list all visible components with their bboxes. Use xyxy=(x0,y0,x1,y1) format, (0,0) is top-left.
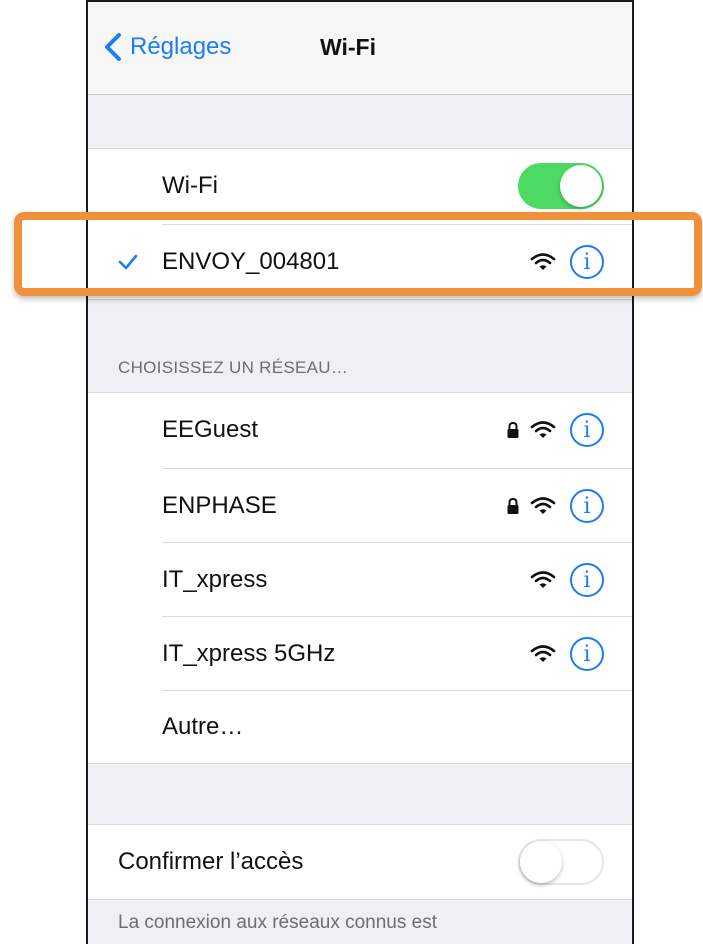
ask-join-footer: La connexion aux réseaux connus est xyxy=(118,912,437,933)
network-row-it-xpress[interactable]: IT_xpress i xyxy=(88,542,632,618)
highlight-box xyxy=(14,212,702,296)
lock-icon xyxy=(507,421,519,438)
wifi-icon xyxy=(530,571,556,588)
networks-section-header: CHOISISSEZ UN RÉSEAU… xyxy=(118,358,349,377)
network-row-enphase[interactable]: ENPHASE i xyxy=(88,468,632,544)
phone-screen: Réglages Wi-Fi Wi-Fi ENVOY_004801 i CHOI… xyxy=(86,0,634,944)
other-network-row[interactable]: Autre… xyxy=(88,690,632,764)
wifi-icon xyxy=(530,645,556,662)
network-name: IT_xpress 5GHz xyxy=(162,640,336,667)
toggle-knob xyxy=(520,841,562,883)
ask-join-label: Confirmer l’accès xyxy=(118,848,304,875)
wifi-label: Wi-Fi xyxy=(162,172,218,199)
divider xyxy=(88,763,632,764)
info-icon[interactable]: i xyxy=(570,489,604,523)
divider xyxy=(88,899,632,900)
networks-group: EEGuest i ENPHASE i IT_xpress i IT_xpres… xyxy=(88,392,632,764)
chevron-left-icon xyxy=(105,33,121,61)
network-row-it-xpress-5ghz[interactable]: IT_xpress 5GHz i xyxy=(88,616,632,692)
wifi-icon xyxy=(530,497,556,514)
info-icon[interactable]: i xyxy=(570,563,604,597)
ask-join-group: Confirmer l’accès xyxy=(88,824,632,900)
info-icon[interactable]: i xyxy=(570,637,604,671)
network-name: ENPHASE xyxy=(162,492,277,519)
network-name: IT_xpress xyxy=(162,566,268,593)
network-row-eeguest[interactable]: EEGuest i xyxy=(88,392,632,468)
other-network-label: Autre… xyxy=(162,713,244,740)
wifi-toggle[interactable] xyxy=(518,163,604,209)
lock-icon xyxy=(507,497,519,514)
page-title: Wi-Fi xyxy=(320,34,376,60)
back-button-label: Réglages xyxy=(130,33,232,60)
back-button[interactable]: Réglages xyxy=(102,32,231,62)
toggle-knob xyxy=(560,165,602,207)
info-icon[interactable]: i xyxy=(570,413,604,447)
navigation-bar: Réglages Wi-Fi xyxy=(88,0,632,95)
wifi-icon xyxy=(530,421,556,438)
divider xyxy=(88,299,632,300)
ask-join-toggle[interactable] xyxy=(518,839,604,885)
network-name: EEGuest xyxy=(162,416,259,443)
ask-join-row: Confirmer l’accès xyxy=(88,824,632,900)
